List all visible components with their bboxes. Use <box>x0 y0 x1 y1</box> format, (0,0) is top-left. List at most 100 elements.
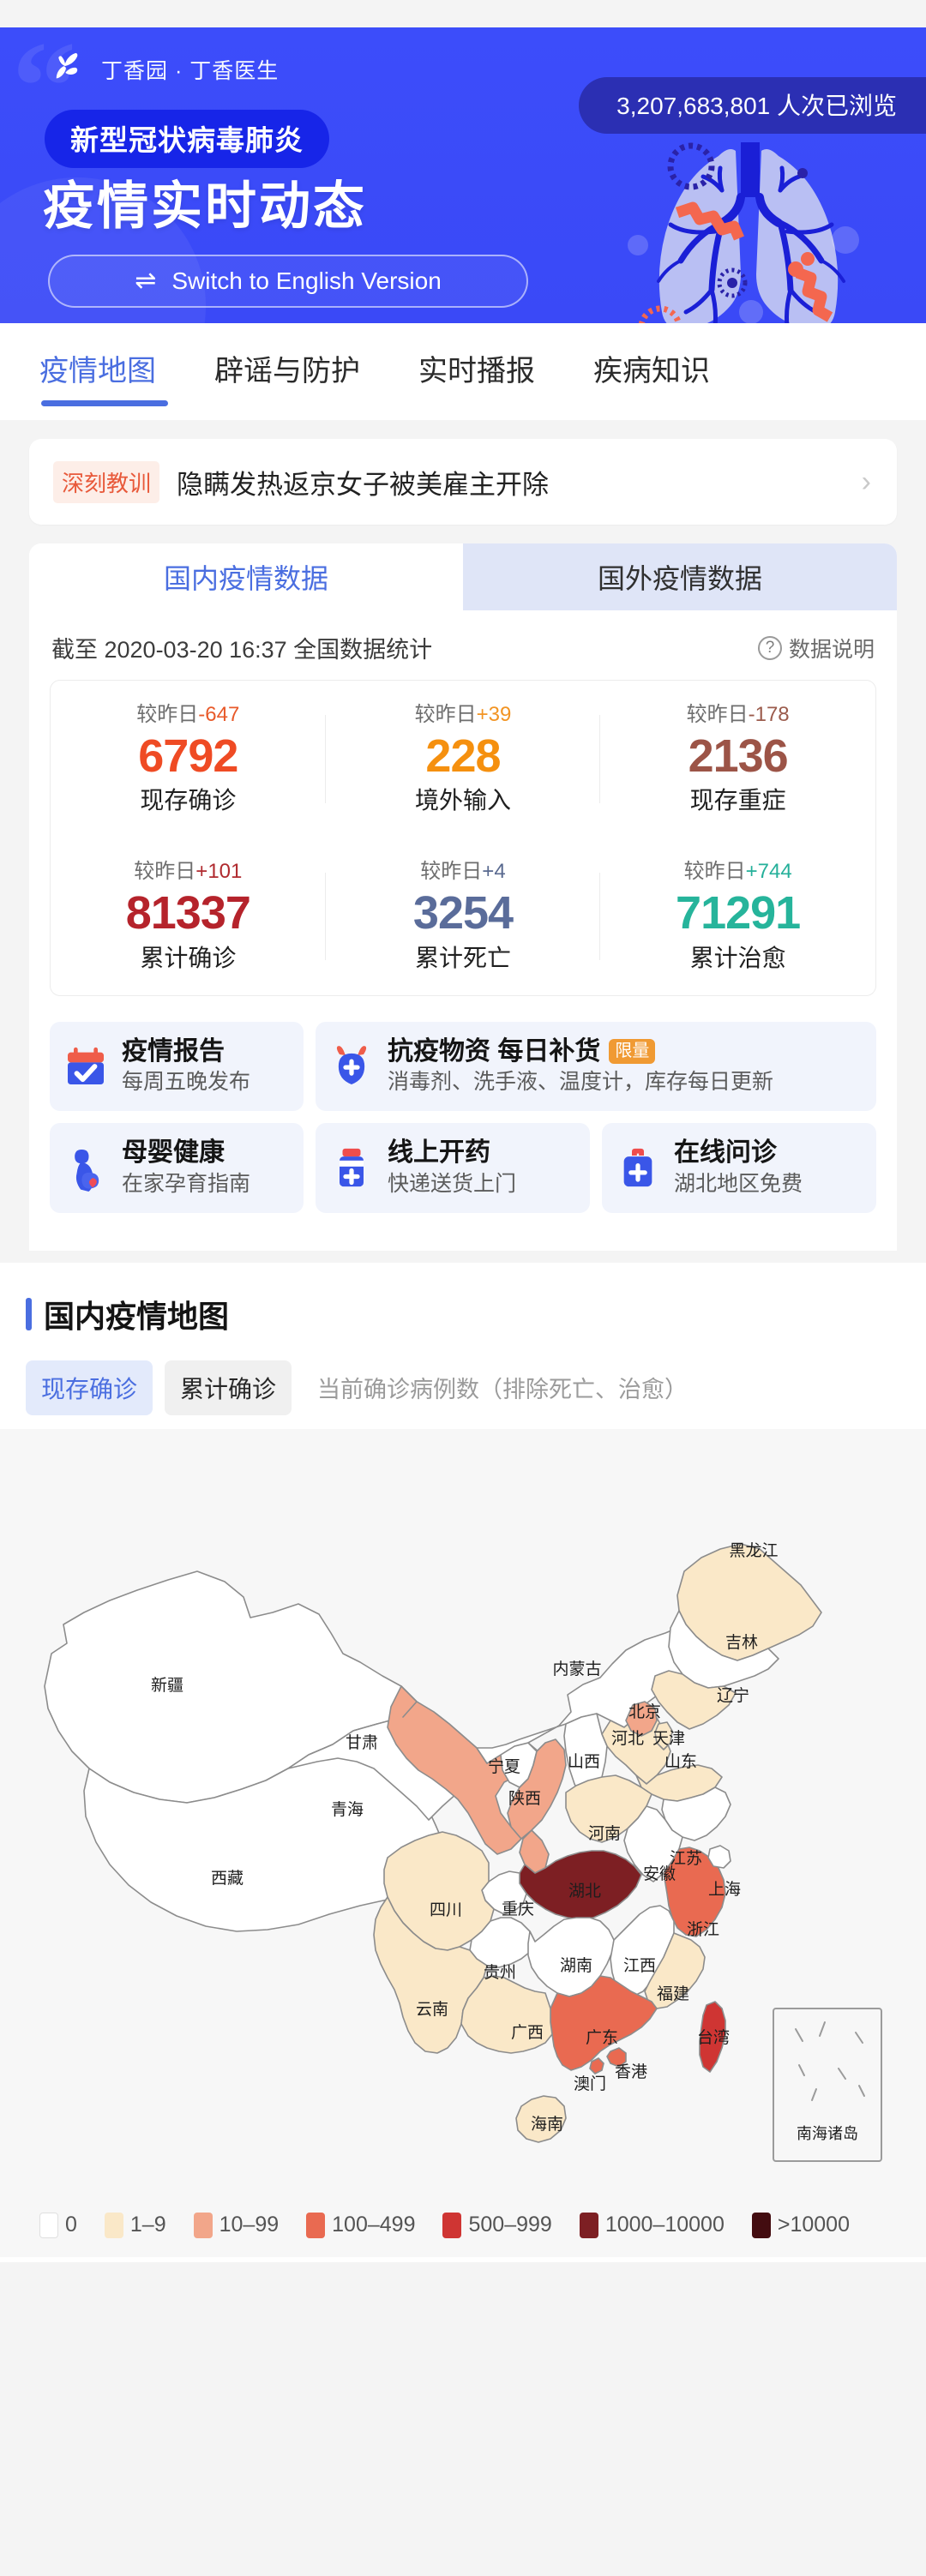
svg-text:四川: 四川 <box>430 1901 462 1919</box>
news-section: 深刻教训 隐瞒发热返京女子被美雇主开除 › <box>0 420 926 525</box>
svg-text:青海: 青海 <box>331 1800 364 1819</box>
nav-tab-epidemic-map[interactable]: 疫情地图 <box>39 347 168 406</box>
svg-text:山西: 山西 <box>568 1752 600 1771</box>
tab-domestic-data[interactable]: 国内疫情数据 <box>29 543 463 610</box>
legend-swatch <box>193 2212 213 2238</box>
legend-swatch <box>39 2212 58 2238</box>
stat-value: 2136 <box>688 730 789 782</box>
svg-text:湖北: 湖北 <box>568 1882 601 1900</box>
svg-text:甘肃: 甘肃 <box>346 1733 378 1752</box>
service-epidemic-report[interactable]: 疫情报告 每周五晚发布 <box>50 1021 304 1112</box>
stat-total-deaths[interactable]: 较昨日+4 3254 累计死亡 <box>326 838 601 994</box>
service-tiles: 疫情报告 每周五晚发布 抗疫物资 每日补货 限量 消毒剂、洗手液、温度计，库存每… <box>29 1016 897 1251</box>
stat-current-confirmed[interactable]: 较昨日-647 6792 现存确诊 <box>51 681 326 838</box>
legend-item: 500–999 <box>442 2212 552 2238</box>
svg-text:广西: 广西 <box>511 2023 544 2042</box>
data-section: 国内疫情数据 国外疫情数据 截至 2020-03-20 16:37 全国数据统计… <box>0 525 926 1251</box>
legend-item: 0 <box>39 2212 77 2238</box>
news-banner[interactable]: 深刻教训 隐瞒发热返京女子被美雇主开除 › <box>29 439 897 525</box>
service-title: 在线问诊 <box>674 1138 777 1168</box>
clove-leaf-logo-icon <box>56 52 78 79</box>
stat-label: 累计治愈 <box>689 944 786 971</box>
data-explanation-button[interactable]: ? 数据说明 <box>757 633 875 664</box>
svg-text:上海: 上海 <box>708 1880 741 1899</box>
svg-text:辽宁: 辽宁 <box>717 1686 749 1705</box>
service-online-consultation[interactable]: 在线问诊 湖北地区免费 <box>602 1123 876 1213</box>
map-heading: 国内疫情地图 <box>44 1298 230 1334</box>
limited-badge: 限量 <box>609 1038 656 1064</box>
stat-delta: 较昨日+744 <box>683 860 792 884</box>
legend-item: 1–9 <box>104 2212 166 2238</box>
hero-subtitle-pill: 新型冠状病毒肺炎 <box>45 110 329 168</box>
svg-text:台湾: 台湾 <box>697 2028 730 2047</box>
legend-swatch <box>104 2212 123 2238</box>
brand: 丁香园 · 丁香医生 <box>51 50 279 89</box>
pageview-counter: 3,207,683,801 人次已浏览 <box>579 77 926 134</box>
svg-text:天津: 天津 <box>652 1729 685 1748</box>
svg-text:江西: 江西 <box>623 1956 656 1975</box>
legend-label: 100–499 <box>332 2213 416 2237</box>
hero-title: 疫情实时动态 <box>43 177 367 235</box>
legend-item: >10000 <box>751 2212 850 2238</box>
stat-delta: 较昨日-647 <box>136 703 240 726</box>
china-map[interactable]: 南海诸岛 新疆 黑龙江 吉林 辽宁 内蒙古 北京 天津 河北 山西 山东 甘肃 … <box>0 1428 926 2201</box>
service-subtitle: 消毒剂、洗手液、温度计，库存每日更新 <box>388 1070 774 1095</box>
svg-text:新疆: 新疆 <box>151 1676 183 1695</box>
data-explanation-label: 数据说明 <box>788 637 875 662</box>
tab-overseas-data[interactable]: 国外疫情数据 <box>463 543 897 610</box>
map-toggle-current-confirmed[interactable]: 现存确诊 <box>26 1360 153 1415</box>
calendar-check-icon <box>68 1047 104 1084</box>
map-toggle-total-confirmed[interactable]: 累计确诊 <box>165 1360 292 1415</box>
service-maternal-health[interactable]: 母婴健康 在家孕育指南 <box>50 1123 304 1213</box>
china-map-svg[interactable]: 南海诸岛 新疆 黑龙江 吉林 辽宁 内蒙古 北京 天津 河北 山西 山东 甘肃 … <box>0 1429 926 2201</box>
stat-current-severe[interactable]: 较昨日-178 2136 现存重症 <box>600 681 875 838</box>
stat-delta-value: +4 <box>482 860 506 884</box>
legend-label: 500–999 <box>468 2213 552 2237</box>
pregnant-woman-icon <box>75 1150 99 1192</box>
stat-delta-value: -647 <box>198 703 240 726</box>
stat-value: 228 <box>425 730 501 782</box>
south-china-sea-inset: 南海诸岛 <box>773 2007 882 2162</box>
asof-row: 截至 2020-03-20 16:37 全国数据统计 ? 数据说明 <box>29 610 897 673</box>
service-subtitle: 快递送货上门 <box>388 1171 517 1196</box>
service-text: 抗疫物资 每日补货 限量 消毒剂、洗手液、温度计，库存每日更新 <box>388 1036 773 1098</box>
svg-text:海南: 海南 <box>531 2115 563 2134</box>
svg-text:澳门: 澳门 <box>574 2075 606 2093</box>
service-subtitle: 在家孕育指南 <box>122 1171 251 1196</box>
stat-total-recovered[interactable]: 较昨日+744 71291 累计治愈 <box>600 838 875 994</box>
stat-delta: 较昨日+101 <box>134 860 243 884</box>
stat-label: 现存确诊 <box>140 787 237 814</box>
map-legend: 0 1–9 10–99 100–499 500–999 1000–10000 >… <box>0 2200 926 2257</box>
map-note: 当前确诊病例数（排除死亡、治愈） <box>317 1377 688 1403</box>
nav-tab-rumors-protection[interactable]: 辟谣与防护 <box>214 347 360 406</box>
map-section: 国内疫情地图 现存确诊 累计确诊 当前确诊病例数（排除死亡、治愈） 南海诸岛 新… <box>0 1262 926 2262</box>
stat-delta: 较昨日-178 <box>686 703 790 726</box>
svg-text:陕西: 陕西 <box>508 1789 541 1808</box>
service-subtitle: 每周五晚发布 <box>122 1070 251 1095</box>
brand-name: 丁香园 · 丁香医生 <box>101 59 280 83</box>
service-row-2: 母婴健康 在家孕育指南 线上开药 快递送货上门 在线问诊 湖北地区免费 <box>50 1123 876 1213</box>
stats-grid: 较昨日-647 6792 现存确诊 较昨日+39 228 境外输入 较昨日-17… <box>51 681 875 995</box>
stat-total-confirmed[interactable]: 较昨日+101 81337 累计确诊 <box>51 838 326 994</box>
svg-text:河南: 河南 <box>588 1824 621 1843</box>
stat-imported-cases[interactable]: 较昨日+39 228 境外输入 <box>326 681 601 838</box>
stat-delta-value: -178 <box>748 703 790 726</box>
service-supplies[interactable]: 抗疫物资 每日补货 限量 消毒剂、洗手液、温度计，库存每日更新 <box>316 1021 876 1112</box>
legend-item: 1000–10000 <box>579 2212 725 2238</box>
svg-text:黑龙江: 黑龙江 <box>729 1541 778 1560</box>
service-title: 疫情报告 <box>122 1036 225 1066</box>
news-tag: 深刻教训 <box>53 460 160 503</box>
nav-tab-live-updates[interactable]: 实时播报 <box>418 347 535 406</box>
medicine-bottle-icon <box>340 1149 364 1187</box>
question-mark-icon: ? <box>757 635 782 660</box>
legend-swatch <box>579 2212 598 2238</box>
stat-value: 6792 <box>138 730 238 782</box>
svg-text:内蒙古: 内蒙古 <box>552 1660 601 1678</box>
data-card: 国内疫情数据 国外疫情数据 截至 2020-03-20 16:37 全国数据统计… <box>29 543 897 1251</box>
legend-label: 1000–10000 <box>604 2213 725 2237</box>
legend-label: 1–9 <box>129 2213 166 2237</box>
switch-language-button[interactable]: ⇌ Switch to English Version <box>48 255 528 308</box>
section-accent-bar <box>26 1297 32 1330</box>
service-online-prescription[interactable]: 线上开药 快递送货上门 <box>316 1123 590 1213</box>
nav-tab-disease-knowledge[interactable]: 疾病知识 <box>593 347 710 406</box>
